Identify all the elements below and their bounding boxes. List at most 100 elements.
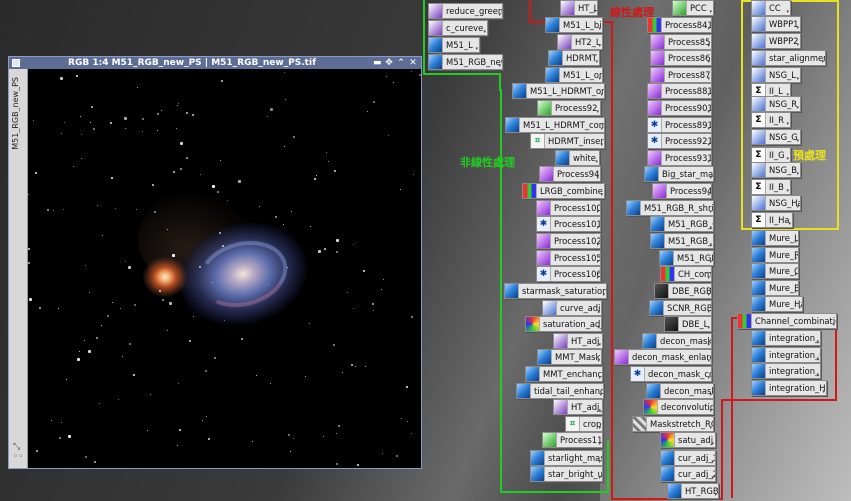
process-icon-cc[interactable]: CC ▾ (751, 0, 791, 16)
process-icon-m51-rgb-r-shrink[interactable]: M51_RGB_R_shrink▾ (626, 200, 714, 216)
process-icon-process931[interactable]: Process931 ▾ (647, 150, 712, 166)
process-icon-m51-rgb-b[interactable]: M51_RGB_B ▾ (650, 233, 714, 249)
process-icon-m51-l-hdrmt-com[interactable]: M51_L_HDRMT_com ▾ (505, 117, 605, 133)
process-icon-ht-adj-2[interactable]: HT_adj_2▾ (553, 399, 603, 415)
process-icon-process881[interactable]: Process881 ▾ (647, 83, 712, 99)
process-icon-wbpp2[interactable]: WBPP2 ▾ (751, 33, 801, 49)
process-icon-reduce-green[interactable]: reduce_green ▾ (428, 3, 503, 19)
expand-arrow-icon: ▾ (598, 441, 601, 447)
process-icon-ht-rgb[interactable]: HT_RGB ▾ (667, 483, 719, 499)
process-icon-satu-adj[interactable]: satu_adj ▾ (660, 432, 716, 448)
image-window-titlebar[interactable]: RGB 1:4 M51_RGB_new_PS | M51_RGB_new_PS.… (9, 57, 421, 69)
process-icon-white[interactable]: white ▾ (555, 150, 600, 166)
process-icon-nsg-b[interactable]: NSG_B ▾ (751, 162, 801, 178)
process-icon-process92[interactable]: Process92 ▾ (537, 100, 601, 116)
process-icon-hdrmt[interactable]: HDRMT ▾ (548, 50, 600, 66)
process-icon-ht2-l[interactable]: HT2_L ▾ (557, 34, 603, 50)
process-icon-mure-g[interactable]: Mure_G ▾ (751, 263, 799, 279)
process-icon-m51-rgb-new[interactable]: M51_RGB_new ▾ (428, 54, 503, 70)
process-icon-mmt-mask[interactable]: MMT_Mask ▾ (537, 349, 602, 365)
process-icon-m51-rgb[interactable]: M51_RGB ▾ (659, 250, 714, 266)
process-icon-m51-l-ori[interactable]: M51_L_ori ▾ (545, 67, 603, 83)
resize-corner-icon[interactable]: ⤡ ◦◦ (13, 442, 24, 462)
maximize-icon[interactable]: ⌃ (397, 57, 405, 69)
process-icon-mure-ha[interactable]: Mure_Ha ▾ (751, 296, 803, 312)
process-icon-decon-mask-con[interactable]: ✱decon_mask_con▾ (630, 366, 712, 382)
process-icon-scnr-rgb[interactable]: SCNR_RGB ▾ (649, 300, 712, 316)
image-window[interactable]: RGB 1:4 M51_RGB_new_PS | M51_RGB_new_PS.… (8, 56, 422, 469)
process-icon-c-cureve[interactable]: c_cureve ▾ (428, 20, 488, 36)
process-icon-integration-r[interactable]: integration_R ▾ (751, 330, 821, 346)
process-icon-process901[interactable]: Process901 ▾ (647, 100, 712, 116)
expand-arrow-icon: ▾ (595, 159, 598, 165)
shade-icon[interactable]: ✥ (385, 57, 393, 69)
process-icon-m51-rgb-g[interactable]: M51_RGB_G ▾ (650, 216, 714, 232)
process-icon-ii-ha[interactable]: Σ II_Ha ▾ (751, 212, 793, 228)
process-icon-label: cur_adj_2 (678, 469, 716, 479)
process-icon-crop[interactable]: ⌗ crop ▾ (565, 416, 603, 432)
process-icon-lrgb-combine[interactable]: LRGB_combine ▾ (522, 183, 605, 199)
process-icon-process102[interactable]: Process102 ▾ (536, 233, 601, 249)
process-icon-m51-l[interactable]: M51_L ▾ (428, 37, 480, 53)
process-icon-dbe-l[interactable]: DBE_L ▾ (664, 316, 712, 332)
process-icon-hdrmt-insert[interactable]: ⌗ HDRMT_insert ▾ (530, 133, 605, 149)
process-icon-dbe-rgb[interactable]: DBE_RGB ▾ (654, 283, 712, 299)
process-icon-curve-adj[interactable]: curve_adj ▾ (542, 300, 602, 316)
process-icon-ii-g[interactable]: Σ II_G ▾ (751, 147, 791, 163)
process-icon-maskstretch-rgb[interactable]: Maskstretch_RGB▾ (632, 416, 714, 432)
process-icon-process105[interactable]: Process105 ▾ (536, 250, 601, 266)
process-icon-big-star-mask[interactable]: Big_star_mask▾ (644, 166, 714, 182)
process-icon-integration-b[interactable]: integration_B ▾ (751, 363, 821, 379)
process-icon-decon-mask[interactable]: decon_mask ▾ (642, 333, 712, 349)
process-icon-deconvolution[interactable]: deconvolution▾ (643, 399, 714, 415)
galaxy-image[interactable] (28, 69, 421, 468)
process-icon-starmask-saturation[interactable]: starmask_saturation ▾ (504, 283, 607, 299)
process-icon-process891[interactable]: ✱ Process891 ▾ (647, 117, 712, 133)
process-icon-process86[interactable]: Process86 ▾ (650, 50, 712, 66)
process-icon-pcc[interactable]: PCC ▾ (672, 0, 714, 16)
process-icon-cur-adj-1[interactable]: cur_adj_1 ▾ (660, 450, 716, 466)
process-icon-ht-adj[interactable]: HT_adj ▾ (553, 333, 603, 349)
process-icon-process841[interactable]: Process841 ▾ (647, 17, 712, 33)
image-side-tab[interactable]: M51_RGB_new_PS ⤡ ◦◦ (9, 69, 28, 468)
process-icon-nsg-r[interactable]: NSG_R ▾ (751, 96, 801, 112)
process-icon-decon-mask1[interactable]: decon_mask1▾ (646, 383, 714, 399)
process-icon-process85[interactable]: Process85 ▾ (650, 34, 712, 50)
process-icon-process113[interactable]: Process113 ▾ (542, 432, 603, 448)
process-icon-m51-l-bin[interactable]: M51_L_bin ▾ (545, 17, 603, 33)
process-icon-process106[interactable]: ✱ Process106 ▾ (536, 266, 601, 282)
process-icon-nsg-l[interactable]: NSG_L ▾ (751, 67, 801, 83)
process-icon-ii-b[interactable]: Σ II_B ▾ (751, 179, 791, 195)
process-icon-wbpp1[interactable]: WBPP1 ▾ (751, 16, 801, 32)
process-icon-tidal-tail-enhance[interactable]: tidal_tail_enhance ▾ (516, 383, 604, 399)
process-icon-mure-l[interactable]: Mure_L ▾ (751, 230, 799, 246)
process-icon-process100[interactable]: Process100 ▾ (536, 200, 601, 216)
process-icon-integration-g[interactable]: integration_G ▾ (751, 347, 821, 363)
process-icon-process921[interactable]: ✱ Process921 ▾ (647, 133, 712, 149)
window-menu-icon[interactable] (12, 59, 20, 67)
close-icon[interactable]: ✕ (409, 57, 417, 69)
process-icon-process101[interactable]: ✱ Process101 ▾ (536, 216, 601, 232)
process-icon-mure-r[interactable]: Mure_R ▾ (751, 247, 799, 263)
process-icon-ht-l[interactable]: HT_L ▾ (560, 0, 598, 16)
process-icon-nsg-ha[interactable]: NSG_Ha ▾ (751, 195, 801, 211)
process-icon-decon-mask-enlarge[interactable]: decon_mask_enlarge ▾ (614, 349, 712, 365)
process-icon-process94[interactable]: Process94 ▾ (652, 183, 712, 199)
process-icon-label: M51_RGB_R_shrink (644, 203, 714, 213)
process-icon-integration-ha[interactable]: integration_Ha ▾ (751, 380, 827, 396)
process-icon-starlight-mask[interactable]: starlight_mask▾ (530, 450, 603, 466)
process-icon-star-bright-up[interactable]: star_bright_up ▾ (530, 466, 603, 482)
process-icon-cur-adj-2[interactable]: cur_adj_2 ▾ (660, 466, 716, 482)
process-icon-mure-b[interactable]: Mure_B ▾ (751, 280, 799, 296)
process-icon-ch-com[interactable]: CH_com ▾ (660, 266, 712, 282)
process-icon-mmt-enchance[interactable]: MMT_enchance ▾ (525, 366, 603, 382)
process-icon-nsg-g[interactable]: NSG_G ▾ (751, 129, 801, 145)
process-icon-channel-combination[interactable]: Channel_combination ▾ (737, 313, 837, 329)
process-icon-ii-r[interactable]: Σ II_R ▾ (751, 112, 791, 128)
process-icon-process87[interactable]: Process87 ▾ (650, 67, 712, 83)
process-icon-m51-l-hdrmt-ori[interactable]: M51_L_HDRMT_ori ▾ (512, 83, 605, 99)
process-icon-process941[interactable]: Process941 ▾ (539, 166, 601, 182)
minimize-icon[interactable]: ▬ (373, 57, 382, 69)
process-icon-star-alignment[interactable]: star_alignment ▾ (751, 50, 826, 66)
process-icon-saturation-adj[interactable]: saturation_adj ▾ (525, 316, 602, 332)
